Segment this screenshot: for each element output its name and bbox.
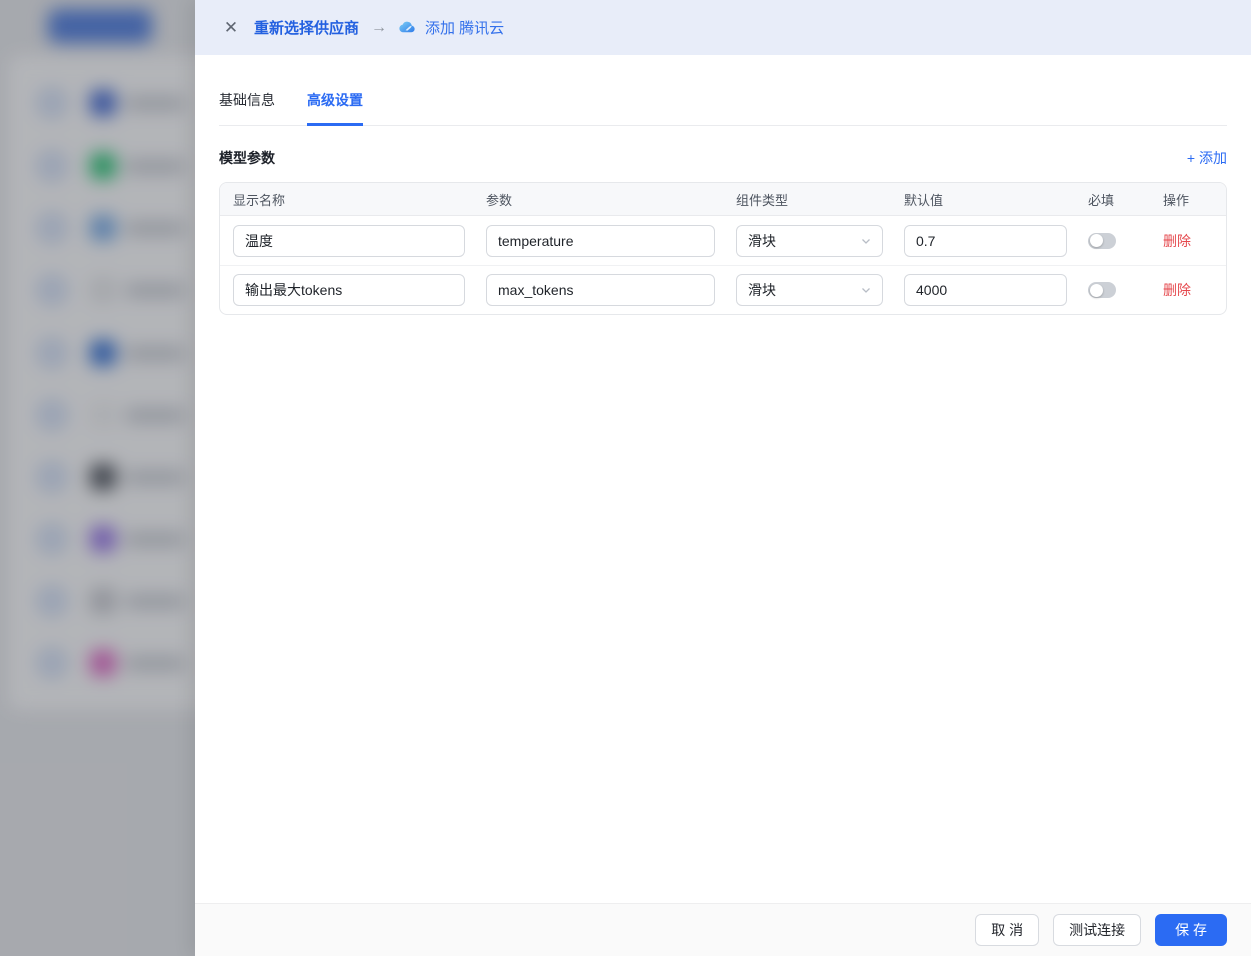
table-row: 滑块 删除 [220,265,1226,314]
arrow-right-icon: → [371,19,387,37]
chevron-down-icon [860,284,872,296]
plus-icon: + [1187,150,1195,166]
test-connection-button[interactable]: 测试连接 [1053,914,1141,946]
table-header-row: 显示名称 参数 组件类型 默认值 必填 操作 [220,183,1226,216]
component-type-select[interactable]: 滑块 [736,225,883,257]
col-required: 必填 [1075,190,1150,209]
param-input[interactable] [486,225,715,257]
table-row: 滑块 删除 [220,216,1226,265]
close-icon[interactable]: ✕ [221,18,241,38]
col-param: 参数 [473,190,723,209]
cancel-button[interactable]: 取 消 [975,914,1039,946]
default-value-input[interactable] [904,225,1067,257]
model-params-title: 模型参数 [219,148,275,168]
tab-advanced-settings[interactable]: 高级设置 [307,90,363,126]
tab-bar: 基础信息 高级设置 [219,55,1227,126]
default-value-input[interactable] [904,274,1067,306]
display-name-input[interactable] [233,274,465,306]
col-action: 操作 [1150,190,1226,209]
required-toggle[interactable] [1088,233,1116,249]
col-display-name: 显示名称 [220,190,473,209]
param-input[interactable] [486,274,715,306]
component-type-select[interactable]: 滑块 [736,274,883,306]
tab-basic-info[interactable]: 基础信息 [219,90,275,126]
add-param-button[interactable]: + 添加 [1187,148,1227,168]
col-default-value: 默认值 [891,190,1075,209]
drawer-body: 基础信息 高级设置 模型参数 + 添加 显示名称 参数 组件类型 默认值 必填 … [195,55,1251,903]
save-button[interactable]: 保 存 [1155,914,1227,946]
delete-button[interactable]: 删除 [1163,233,1191,249]
chevron-down-icon [860,235,872,247]
drawer-footer: 取 消 测试连接 保 存 [195,903,1251,956]
display-name-input[interactable] [233,225,465,257]
required-toggle[interactable] [1088,282,1116,298]
add-param-label: 添加 [1199,148,1227,168]
tencent-cloud-icon [398,18,417,37]
reselect-provider-link[interactable]: 重新选择供应商 [254,17,359,38]
drawer-header: ✕ 重新选择供应商 → 添加 腾讯云 [195,0,1251,55]
model-params-table: 显示名称 参数 组件类型 默认值 必填 操作 滑块 [219,182,1227,315]
col-component-type: 组件类型 [723,190,891,209]
add-provider-drawer: ✕ 重新选择供应商 → 添加 腾讯云 基础信息 高级设置 模型参数 [195,0,1251,956]
drawer-title: 添加 腾讯云 [425,17,504,38]
delete-button[interactable]: 删除 [1163,282,1191,298]
